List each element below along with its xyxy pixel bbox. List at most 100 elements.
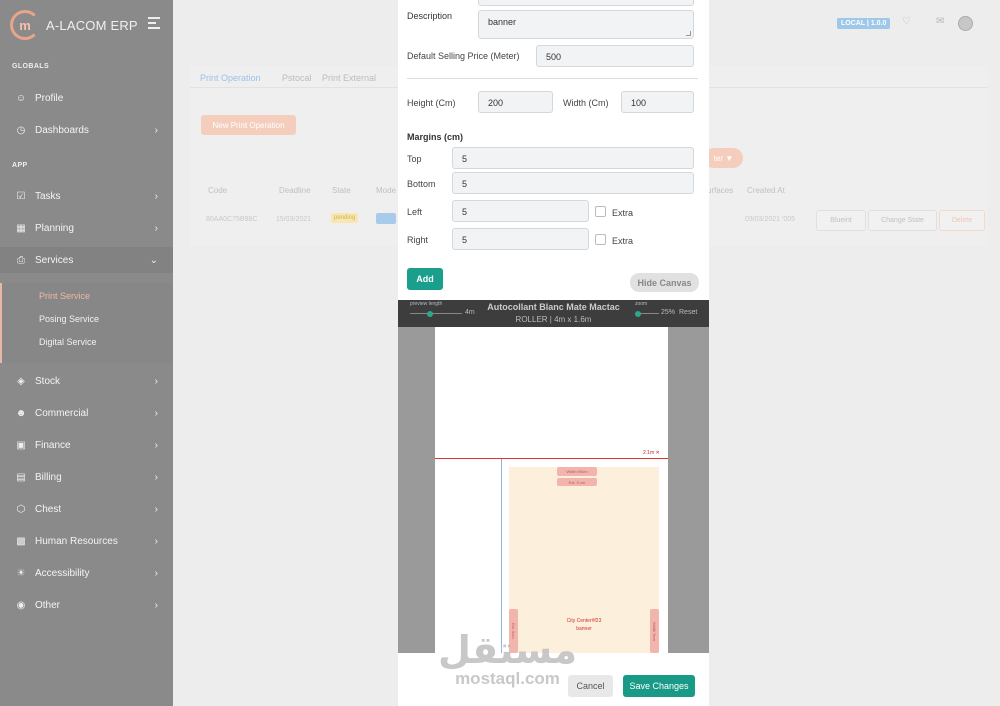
extra-left-checkbox[interactable] xyxy=(595,206,606,217)
cell-code: 80AA0C75B98C xyxy=(206,216,258,223)
sidebar-item-label: Human Resources xyxy=(35,535,118,547)
sidebar-item-tasks[interactable]: ☑ Tasks › xyxy=(0,183,173,209)
width-field[interactable]: 100 xyxy=(621,91,694,113)
resize-handle-icon[interactable] xyxy=(686,31,691,36)
users-icon: ☻ xyxy=(15,407,27,419)
chevron-right-icon: › xyxy=(154,471,158,483)
add-button[interactable]: Add xyxy=(407,268,443,290)
sidebar-item-accessibility[interactable]: ☀ Accessibility › xyxy=(0,560,173,586)
preview-length-slider[interactable] xyxy=(410,310,462,317)
canvas-toolbar: preview length 4m Autocollant Blanc Mate… xyxy=(398,300,709,327)
delete-button[interactable]: Delete xyxy=(939,210,985,231)
sidebar-item-dashboards[interactable]: ◷ Dashboards › xyxy=(0,117,173,143)
sidebar-item-other[interactable]: ◉ Other › xyxy=(0,592,173,618)
remaining-length-value: 2.1m xyxy=(643,450,655,456)
sidebar-item-finance[interactable]: ▣ Finance › xyxy=(0,432,173,458)
mail-icon[interactable]: ✉ xyxy=(936,16,944,27)
previous-field[interactable] xyxy=(478,0,694,6)
brand-logo: m xyxy=(10,10,40,40)
avatar[interactable] xyxy=(958,16,973,31)
tab-print-external[interactable]: Print External xyxy=(322,73,376,83)
column-header-deadline[interactable]: Deadline xyxy=(279,186,311,195)
status-badge: pending xyxy=(331,213,359,223)
id-card-icon: ▩ xyxy=(16,535,26,547)
sidebar-item-billing[interactable]: ▤ Billing › xyxy=(0,464,173,490)
extra-right-checkbox[interactable] xyxy=(595,234,606,245)
reset-zoom-button[interactable]: Reset xyxy=(679,309,697,316)
zoom-label: zoom xyxy=(635,301,648,307)
form-divider xyxy=(407,78,698,79)
sidebar-item-human-resources[interactable]: ▩ Human Resources › xyxy=(0,528,173,554)
price-field[interactable]: 500 xyxy=(536,45,694,67)
new-print-operation-button[interactable]: New Print Operation xyxy=(201,115,296,135)
chevron-right-icon: › xyxy=(154,190,158,202)
column-header-state[interactable]: State xyxy=(332,186,351,195)
menu-toggle-icon[interactable] xyxy=(148,17,160,32)
extra-left-label: Extra xyxy=(612,208,634,218)
section-label-app: APP xyxy=(12,162,28,169)
margin-left-field[interactable]: 5 xyxy=(452,200,589,222)
submenu-item-print-service[interactable]: Print Service xyxy=(39,291,90,301)
margin-right-field[interactable]: 5 xyxy=(452,228,589,250)
watermark: مستقل mostaql.com xyxy=(438,630,577,688)
chevron-right-icon: › xyxy=(154,599,158,611)
mode-badge xyxy=(376,213,396,224)
bell-icon[interactable]: ♡ xyxy=(902,16,911,27)
sidebar-item-label: Dashboards xyxy=(35,124,89,136)
sidebar-item-services[interactable]: ⎙ Services ⌄ xyxy=(0,247,173,273)
blueprint-button[interactable]: Blueint xyxy=(816,210,866,231)
zoom-slider[interactable] xyxy=(635,310,659,317)
chevron-right-icon: › xyxy=(154,407,158,419)
margin-top-field[interactable]: 5 xyxy=(452,147,694,169)
close-icon[interactable]: ✕ xyxy=(656,450,660,456)
cut-line xyxy=(435,458,668,459)
sidebar-item-label: Profile xyxy=(35,92,64,104)
tab-pstocal[interactable]: Pstocal xyxy=(282,73,312,83)
column-header-mode[interactable]: Mode xyxy=(376,186,396,195)
chevron-right-icon: › xyxy=(154,222,158,234)
extra-pill: Ext. 5 cm xyxy=(557,478,597,486)
submenu-item-digital-service[interactable]: Digital Service xyxy=(39,337,97,347)
clock-icon: ◷ xyxy=(16,124,26,136)
sidebar-item-label: Stock xyxy=(35,375,61,387)
extra-right-label: Extra xyxy=(612,236,634,246)
brand[interactable]: m A-LACOM ERP xyxy=(10,10,138,40)
hide-canvas-button[interactable]: Hide Canvas xyxy=(630,273,699,292)
tab-print-operation[interactable]: Print Operation xyxy=(200,73,261,83)
column-header-created-at[interactable]: Created At xyxy=(747,186,785,195)
filter-button[interactable]: ter ▼ xyxy=(704,148,743,168)
guide-line xyxy=(501,459,502,653)
sidebar-item-commercial[interactable]: ☻ Commercial › xyxy=(0,400,173,426)
sidebar-item-label: Other xyxy=(35,599,61,611)
sidebar-item-planning[interactable]: ▦ Planning › xyxy=(0,215,173,241)
watermark-latin: mostaql.com xyxy=(455,669,560,688)
sidebar-item-chest[interactable]: ⬡ Chest › xyxy=(0,496,173,522)
print-name: City Center#f23 xyxy=(566,618,602,624)
width-pill: Width 90cm xyxy=(557,467,597,476)
sidebar-item-profile[interactable]: ☺ Profile xyxy=(0,85,173,111)
chevron-right-icon: › xyxy=(154,567,158,579)
submenu-item-posing-service[interactable]: Posing Service xyxy=(39,314,99,324)
slider-handle[interactable] xyxy=(635,310,641,317)
height-field[interactable]: 200 xyxy=(478,91,553,113)
print-item[interactable]: Width 90cm Ext. 5 cm Ext. 5cm Width 5cm … xyxy=(509,467,659,653)
change-state-button[interactable]: Change State xyxy=(868,210,937,231)
sidebar-item-label: Services xyxy=(35,254,74,266)
margin-bottom-field[interactable]: 5 xyxy=(452,172,694,194)
calendar-icon: ▦ xyxy=(16,222,26,234)
save-changes-button[interactable]: Save Changes xyxy=(623,675,695,697)
cut-line-label: 2.1m ✕ xyxy=(643,450,660,456)
globe-icon: ◉ xyxy=(16,599,26,611)
sidebar-item-label: Planning xyxy=(35,222,74,234)
checkbox-icon: ☑ xyxy=(16,190,26,202)
column-header-surfaces[interactable]: urfaces xyxy=(707,186,733,195)
sidebar-item-stock[interactable]: ◈ Stock › xyxy=(0,368,173,394)
print-canvas[interactable]: 2.1m ✕ Width 90cm Ext. 5 cm Ext. 5cm Wid… xyxy=(398,327,709,653)
column-header-code[interactable]: Code xyxy=(208,186,227,195)
description-field[interactable]: banner xyxy=(478,10,694,39)
chevron-down-icon: ⌄ xyxy=(149,254,158,266)
brand-name: A-LACOM ERP xyxy=(46,17,138,33)
left-label: Left xyxy=(407,207,423,217)
sidebar-item-label: Tasks xyxy=(35,190,61,202)
cell-created-at: 03/03/2021 '005 xyxy=(745,216,795,223)
